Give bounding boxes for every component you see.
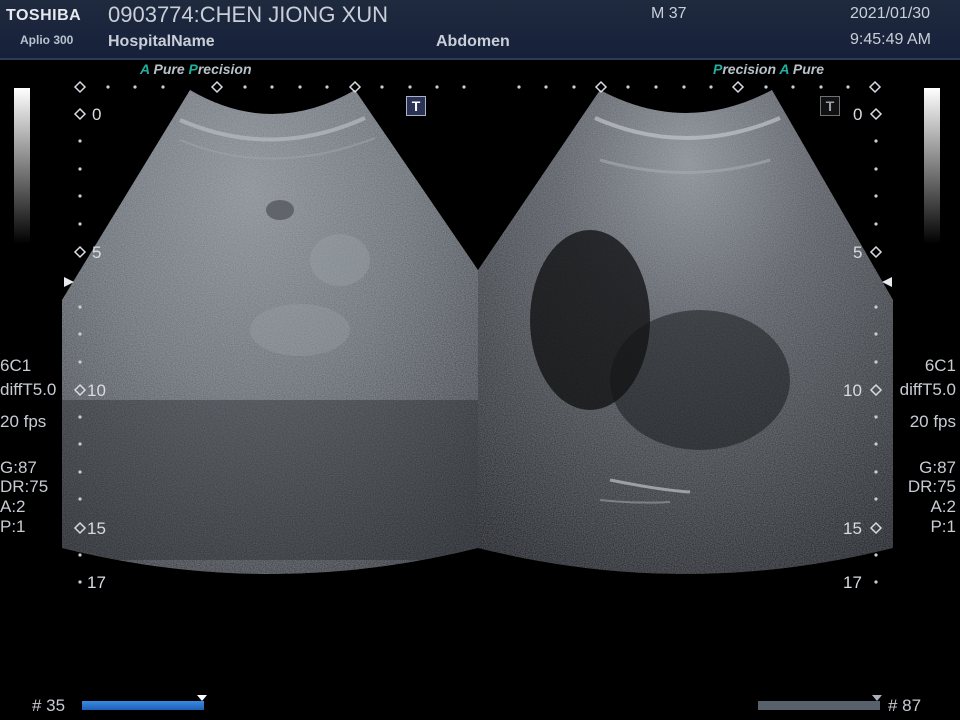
- right-depth-label-5: 5: [853, 243, 863, 262]
- right-fps-label: 20 fps: [909, 412, 956, 431]
- right-probe-label: 6C1: [924, 356, 956, 375]
- right-gain-label: G:87: [919, 458, 956, 477]
- left-depth-label-15: 15: [87, 519, 106, 538]
- left-probe-label: 6C1: [0, 356, 32, 375]
- right-depth-label-17: 17: [843, 573, 862, 592]
- ultrasound-image[interactable]: [0, 0, 960, 720]
- top-scale-markers: [73, 80, 882, 94]
- left-a-label: A:2: [0, 497, 26, 516]
- right-scan-sector: [478, 90, 893, 574]
- right-depth-label-15: 15: [843, 519, 862, 538]
- left-depth-label-10: 10: [87, 381, 106, 400]
- left-depth-label-17: 17: [87, 573, 106, 592]
- right-grayscale-bar: [924, 88, 940, 244]
- right-p-label: P:1: [930, 517, 956, 536]
- right-depth-label-10: 10: [843, 381, 862, 400]
- right-a-label: A:2: [930, 497, 956, 516]
- right-frame-number: # 87: [888, 696, 922, 715]
- top-scale-dots: [106, 85, 850, 89]
- left-cine-bar[interactable]: [82, 701, 204, 710]
- right-tracking-button[interactable]: T: [820, 96, 840, 116]
- right-depth-label-0: 0: [853, 105, 863, 124]
- pure-precision-logo-left: A Pure Precision: [140, 61, 252, 77]
- left-tracking-button[interactable]: T: [406, 96, 426, 116]
- left-gain-label: G:87: [0, 458, 37, 477]
- left-dr-label: DR:75: [0, 477, 49, 496]
- left-depth-label-5: 5: [92, 243, 102, 262]
- right-filter-label: diffT5.0: [899, 380, 956, 399]
- left-p-label: P:1: [0, 517, 26, 536]
- left-scan-sector: [62, 90, 478, 574]
- left-fps-label: 20 fps: [0, 412, 47, 431]
- left-depth-label-0: 0: [92, 105, 102, 124]
- right-dr-label: DR:75: [907, 477, 956, 496]
- left-frame-number: # 35: [32, 696, 66, 715]
- left-grayscale-bar: [14, 88, 30, 244]
- left-filter-label: diffT5.0: [0, 380, 57, 399]
- pure-precision-logo-right: Precision A Pure: [713, 61, 825, 77]
- right-cine-bar[interactable]: [758, 701, 880, 710]
